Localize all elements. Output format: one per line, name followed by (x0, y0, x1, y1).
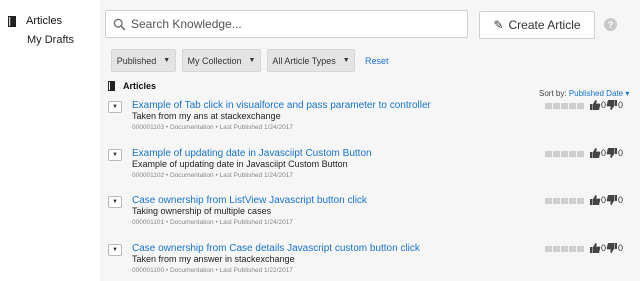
article-meta: 000001101 • Documentation • Last Publish… (132, 219, 293, 226)
thumbs-down-icon[interactable] (606, 147, 618, 159)
caret-down-icon: ▼ (163, 57, 171, 64)
pencil-icon: ✎ (493, 18, 504, 32)
article-summary: Taking ownership of multiple cases (132, 206, 272, 216)
dislikes-count: 0 (618, 148, 624, 158)
dislikes-count: 0 (618, 100, 624, 110)
sort-value: Published Date (568, 89, 624, 98)
vote-controls: 0 0 (589, 99, 623, 111)
collection-filter-dropdown[interactable]: My Collection ▼ (182, 49, 261, 72)
article-summary: Example of updating date in Javasciipt C… (132, 159, 348, 169)
article-title-link[interactable]: Case ownership from ListView Javascript … (132, 195, 367, 206)
dislikes-count: 0 (618, 243, 624, 253)
article-title-link[interactable]: Example of Tab click in visualforce and … (132, 100, 431, 111)
row-menu-toggle[interactable]: ▼ (108, 101, 122, 113)
nav-articles-link[interactable]: Articles (8, 15, 62, 27)
vote-controls: 0 0 (589, 194, 623, 206)
vote-controls: 0 0 (589, 147, 623, 159)
caret-down-icon: ▼ (248, 57, 256, 64)
nav-articles-label: Articles (26, 15, 63, 27)
create-article-button[interactable]: ✎ Create Article (479, 11, 595, 39)
status-filter-label: Published (116, 55, 157, 66)
sort-dropdown[interactable]: Published Date ▾ (569, 89, 630, 98)
article-type-filter-dropdown[interactable]: All Article Types ▼ (267, 49, 355, 72)
article-type-filter-label: All Article Types (272, 55, 336, 66)
collection-filter-label: My Collection (187, 55, 242, 66)
sort-control: Sort by: Published Date ▾ (539, 89, 629, 98)
thumbs-down-icon[interactable] (606, 99, 618, 111)
article-row: ▼ Case ownership from Case details Javas… (108, 242, 638, 281)
row-menu-toggle[interactable]: ▼ (108, 196, 122, 208)
articles-heading: Articles (108, 81, 156, 91)
article-row: ▼ Example of updating date in Javasciipt… (108, 147, 638, 189)
help-icon[interactable]: ? (604, 18, 617, 31)
star-rating (545, 198, 584, 204)
thumbs-up-icon[interactable] (589, 242, 601, 254)
row-menu-toggle[interactable]: ▼ (108, 149, 122, 161)
thumbs-up-icon[interactable] (589, 99, 601, 111)
article-meta: 000001102 • Documentation • Last Publish… (132, 172, 293, 179)
row-menu-toggle[interactable]: ▼ (108, 244, 122, 256)
sort-label: Sort by: (539, 89, 567, 98)
status-filter-dropdown[interactable]: Published ▼ (111, 49, 176, 72)
article-row: ▼ Example of Tab click in visualforce an… (108, 99, 638, 141)
search-box[interactable] (105, 10, 468, 38)
vote-controls: 0 0 (589, 242, 623, 254)
article-title-link[interactable]: Case ownership from Case details Javascr… (132, 243, 420, 254)
article-title-link[interactable]: Example of updating date in Javasciipt C… (132, 148, 372, 159)
nav-my-drafts-link[interactable]: My Drafts (27, 34, 74, 46)
star-rating (545, 103, 584, 109)
thumbs-down-icon[interactable] (606, 242, 618, 254)
thumbs-up-icon[interactable] (589, 147, 601, 159)
caret-down-icon: ▾ (625, 89, 630, 98)
search-icon (113, 18, 129, 31)
star-rating (545, 151, 584, 157)
left-nav: Articles My Drafts (0, 0, 100, 281)
article-summary: Taken from my answer in stackexchange (132, 254, 295, 264)
article-row: ▼ Case ownership from ListView Javascrip… (108, 194, 638, 236)
article-meta: 000001103 • Documentation • Last Publish… (132, 124, 293, 131)
caret-down-icon: ▼ (342, 57, 350, 64)
star-rating (545, 246, 584, 252)
reset-filters-link[interactable]: Reset (365, 56, 389, 66)
dislikes-count: 0 (618, 195, 624, 205)
thumbs-up-icon[interactable] (589, 194, 601, 206)
article-meta: 000001100 • Documentation • Last Publish… (132, 267, 293, 274)
book-icon (108, 81, 116, 91)
article-summary: Taken from my ans at stackexchange (132, 111, 281, 121)
articles-heading-label: Articles (123, 81, 157, 91)
thumbs-down-icon[interactable] (606, 194, 618, 206)
book-icon (8, 15, 17, 27)
create-article-label: Create Article (508, 18, 581, 32)
search-input[interactable] (129, 17, 459, 31)
